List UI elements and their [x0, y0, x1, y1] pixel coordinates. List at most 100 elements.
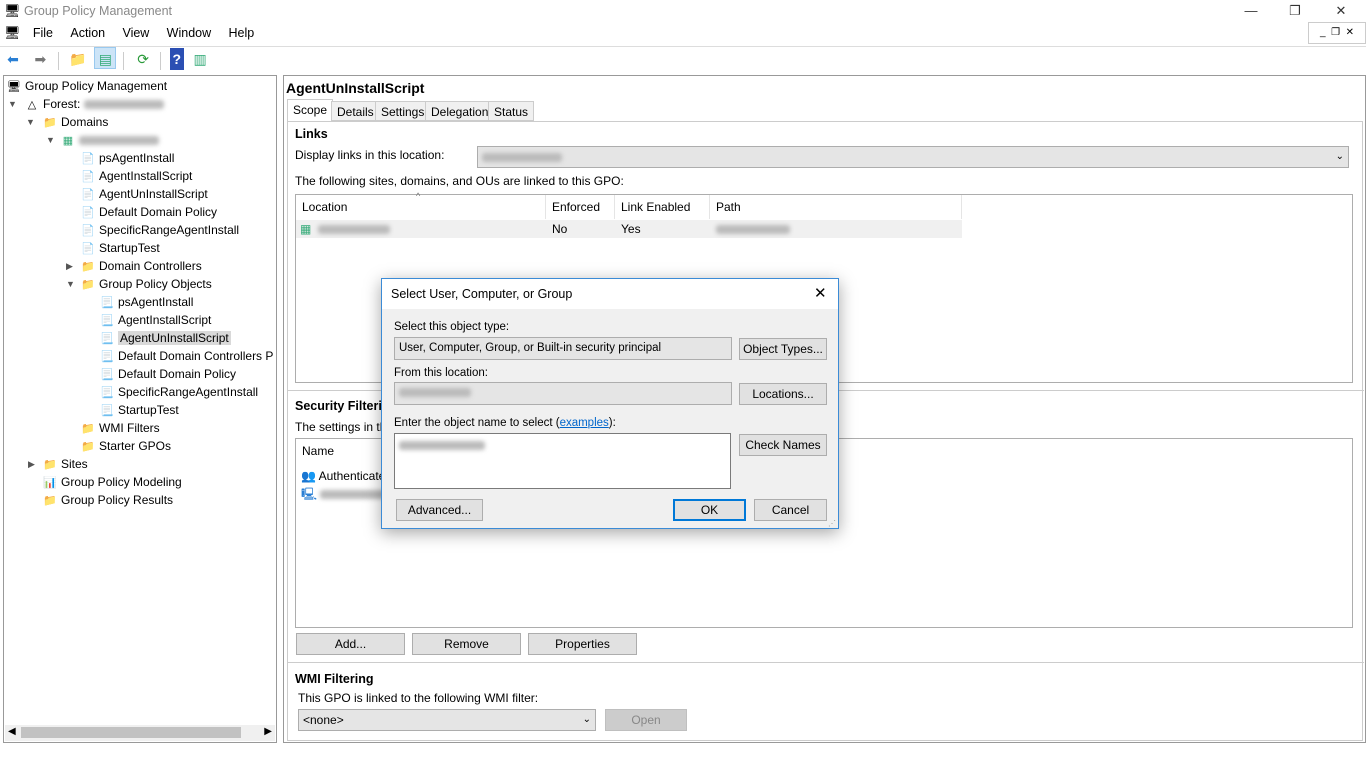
- advanced-button[interactable]: Advanced...: [396, 499, 483, 521]
- tree-link[interactable]: 📄 SpecificRangeAgentInstall: [80, 221, 239, 239]
- gpo-icon: 📃: [100, 315, 114, 327]
- tree-starter-gpos[interactable]: 📁 Starter GPOs: [80, 437, 171, 455]
- dialog-title: Select User, Computer, or Group: [391, 287, 573, 301]
- forest-icon: △: [27, 99, 37, 111]
- object-type-label: Select this object type:: [394, 321, 510, 333]
- menu-view[interactable]: View: [115, 22, 156, 44]
- wmi-filter-combo[interactable]: <none> ⌄: [298, 709, 596, 731]
- refresh-icon[interactable]: ⟳: [132, 48, 154, 70]
- col-location[interactable]: Location: [296, 195, 546, 219]
- menu-help[interactable]: Help: [221, 22, 261, 44]
- tree-gpo[interactable]: 📃 Default Domain Controllers P: [99, 347, 273, 365]
- tree-modeling[interactable]: 📊 Group Policy Modeling: [42, 473, 182, 491]
- chevron-down-icon: ⌄: [1335, 151, 1344, 162]
- properties-button[interactable]: Properties: [528, 633, 637, 655]
- check-names-button[interactable]: Check Names: [739, 434, 827, 456]
- locations-button[interactable]: Locations...: [739, 383, 827, 405]
- tab-details[interactable]: Details: [331, 101, 380, 121]
- col-enforced[interactable]: Enforced: [546, 195, 615, 219]
- tab-scope[interactable]: Scope: [287, 99, 334, 122]
- results-icon: 📁: [43, 495, 57, 507]
- menu-action[interactable]: Action: [63, 22, 112, 44]
- tree-gpo[interactable]: 📃 StartupTest: [99, 401, 179, 419]
- tree-gpo[interactable]: 📃 SpecificRangeAgentInstall: [99, 383, 258, 401]
- tree-sites[interactable]: 📁 Sites: [42, 455, 88, 473]
- expand-arrow-icon[interactable]: ▼: [8, 99, 17, 109]
- gpo-link-icon: 📄: [81, 207, 95, 219]
- examples-link[interactable]: examples: [560, 417, 609, 429]
- forward-icon[interactable]: ➡: [29, 48, 51, 70]
- tree-gpo[interactable]: 📃 Default Domain Policy: [99, 365, 236, 383]
- scroll-right-icon[interactable]: ▶: [264, 726, 272, 737]
- folder-icon: 📁: [81, 423, 95, 435]
- menu-window[interactable]: Window: [160, 22, 218, 44]
- expand-arrow-icon[interactable]: ▼: [46, 135, 55, 145]
- display-links-combo[interactable]: ⌄: [477, 146, 1349, 168]
- sites-icon: 📁: [43, 459, 57, 471]
- links-header: Location ^ Enforced Link Enabled Path: [296, 191, 962, 219]
- child-window-controls[interactable]: _ ❐ ✕: [1308, 22, 1366, 44]
- tree-gpo-folder[interactable]: 📁 Group Policy Objects: [80, 275, 212, 293]
- object-types-button[interactable]: Object Types...: [739, 338, 827, 360]
- show-action-pane-icon[interactable]: ▥: [189, 48, 211, 70]
- back-icon[interactable]: ⬅: [2, 48, 24, 70]
- linked-text: The following sites, domains, and OUs ar…: [295, 174, 624, 188]
- folder-icon: 📁: [81, 279, 95, 291]
- tree-wmi-filters[interactable]: 📁 WMI Filters: [80, 419, 160, 437]
- gpo-icon: 📃: [100, 387, 114, 399]
- menu-file[interactable]: File: [26, 22, 60, 44]
- gpo-icon: 📃: [100, 405, 114, 417]
- tree-domains[interactable]: 📁 Domains: [42, 113, 108, 131]
- expand-arrow-icon[interactable]: ▼: [66, 279, 75, 289]
- object-name-input[interactable]: [394, 433, 731, 489]
- console-tree: 🖥 Group Policy Management ▼ △ Forest: ▼ 📁 D…: [3, 75, 277, 743]
- enter-name-label: Enter the object name to select (example…: [394, 417, 616, 429]
- tree-gpo[interactable]: 📃 psAgentInstall: [99, 293, 193, 311]
- tree-link[interactable]: 📄 Default Domain Policy: [80, 203, 217, 221]
- resize-grip-icon[interactable]: ⋰: [828, 519, 836, 528]
- col-link-enabled[interactable]: Link Enabled: [615, 195, 710, 219]
- add-button[interactable]: Add...: [296, 633, 405, 655]
- help-icon[interactable]: ?: [169, 48, 184, 70]
- tree-domain-controllers[interactable]: 📁 Domain Controllers: [80, 257, 202, 275]
- up-folder-icon[interactable]: 📁: [67, 48, 89, 70]
- open-button[interactable]: Open: [605, 709, 687, 731]
- tree-results[interactable]: 📁 Group Policy Results: [42, 491, 173, 509]
- links-row[interactable]: ▦ No Yes: [296, 220, 962, 238]
- close-button[interactable]: ✕: [1318, 0, 1364, 22]
- tree-link[interactable]: 📄 AgentUnInstallScript: [80, 185, 208, 203]
- tab-status[interactable]: Status: [488, 101, 535, 121]
- display-links-label: Display links in this location:: [295, 148, 445, 162]
- domain-icon: ▦: [62, 135, 74, 147]
- security-row[interactable]: 👥 Authenticated: [301, 467, 392, 485]
- tree-gpo-selected[interactable]: 📃 AgentUnInstallScript: [99, 329, 231, 347]
- remove-button[interactable]: Remove: [412, 633, 521, 655]
- tree-gpo[interactable]: 📃 AgentInstallScript: [99, 311, 211, 329]
- tab-delegation[interactable]: Delegation: [425, 101, 495, 121]
- ou-folder-icon: 📁: [81, 261, 95, 273]
- collapse-arrow-icon[interactable]: ▶: [28, 459, 35, 470]
- col-path[interactable]: Path: [710, 195, 962, 219]
- expand-arrow-icon[interactable]: ▼: [26, 117, 35, 127]
- cancel-button[interactable]: Cancel: [754, 499, 827, 521]
- show-hide-tree-icon[interactable]: ▤: [94, 47, 117, 69]
- gpm-icon: 🖥: [7, 81, 21, 93]
- scroll-left-icon[interactable]: ◀: [8, 726, 16, 737]
- horizontal-scrollbar[interactable]: ◀ ▶: [5, 725, 275, 741]
- ok-button[interactable]: OK: [673, 499, 746, 521]
- tree-link[interactable]: 📄 StartupTest: [80, 239, 160, 257]
- tree-link[interactable]: 📄 AgentInstallScript: [80, 167, 192, 185]
- gpo-icon: 📃: [100, 333, 114, 345]
- restore-button[interactable]: ❐: [1272, 0, 1318, 22]
- tree-link[interactable]: 📄 psAgentInstall: [80, 149, 174, 167]
- scroll-thumb[interactable]: [21, 727, 241, 738]
- minimize-button[interactable]: —: [1228, 0, 1274, 22]
- collapse-arrow-icon[interactable]: ▶: [66, 261, 73, 272]
- tree-domain[interactable]: ▦: [60, 131, 159, 149]
- tree-root[interactable]: 🖥 Group Policy Management: [6, 77, 167, 95]
- dialog-close-icon[interactable]: ✕: [814, 284, 827, 302]
- tree-forest[interactable]: △ Forest:: [24, 95, 164, 113]
- tab-settings[interactable]: Settings: [375, 101, 431, 121]
- dialog-title-bar: Select User, Computer, or Group ✕: [382, 279, 838, 309]
- security-row[interactable]: 🖳: [301, 485, 391, 503]
